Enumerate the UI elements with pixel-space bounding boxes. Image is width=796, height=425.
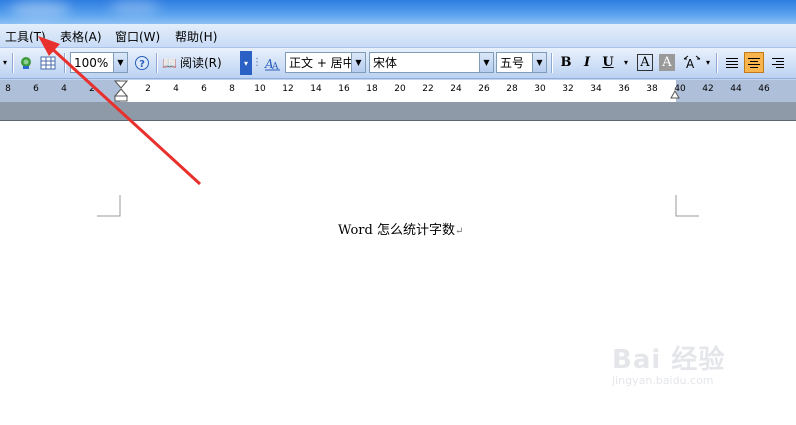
annotation-arrow bbox=[38, 36, 202, 186]
